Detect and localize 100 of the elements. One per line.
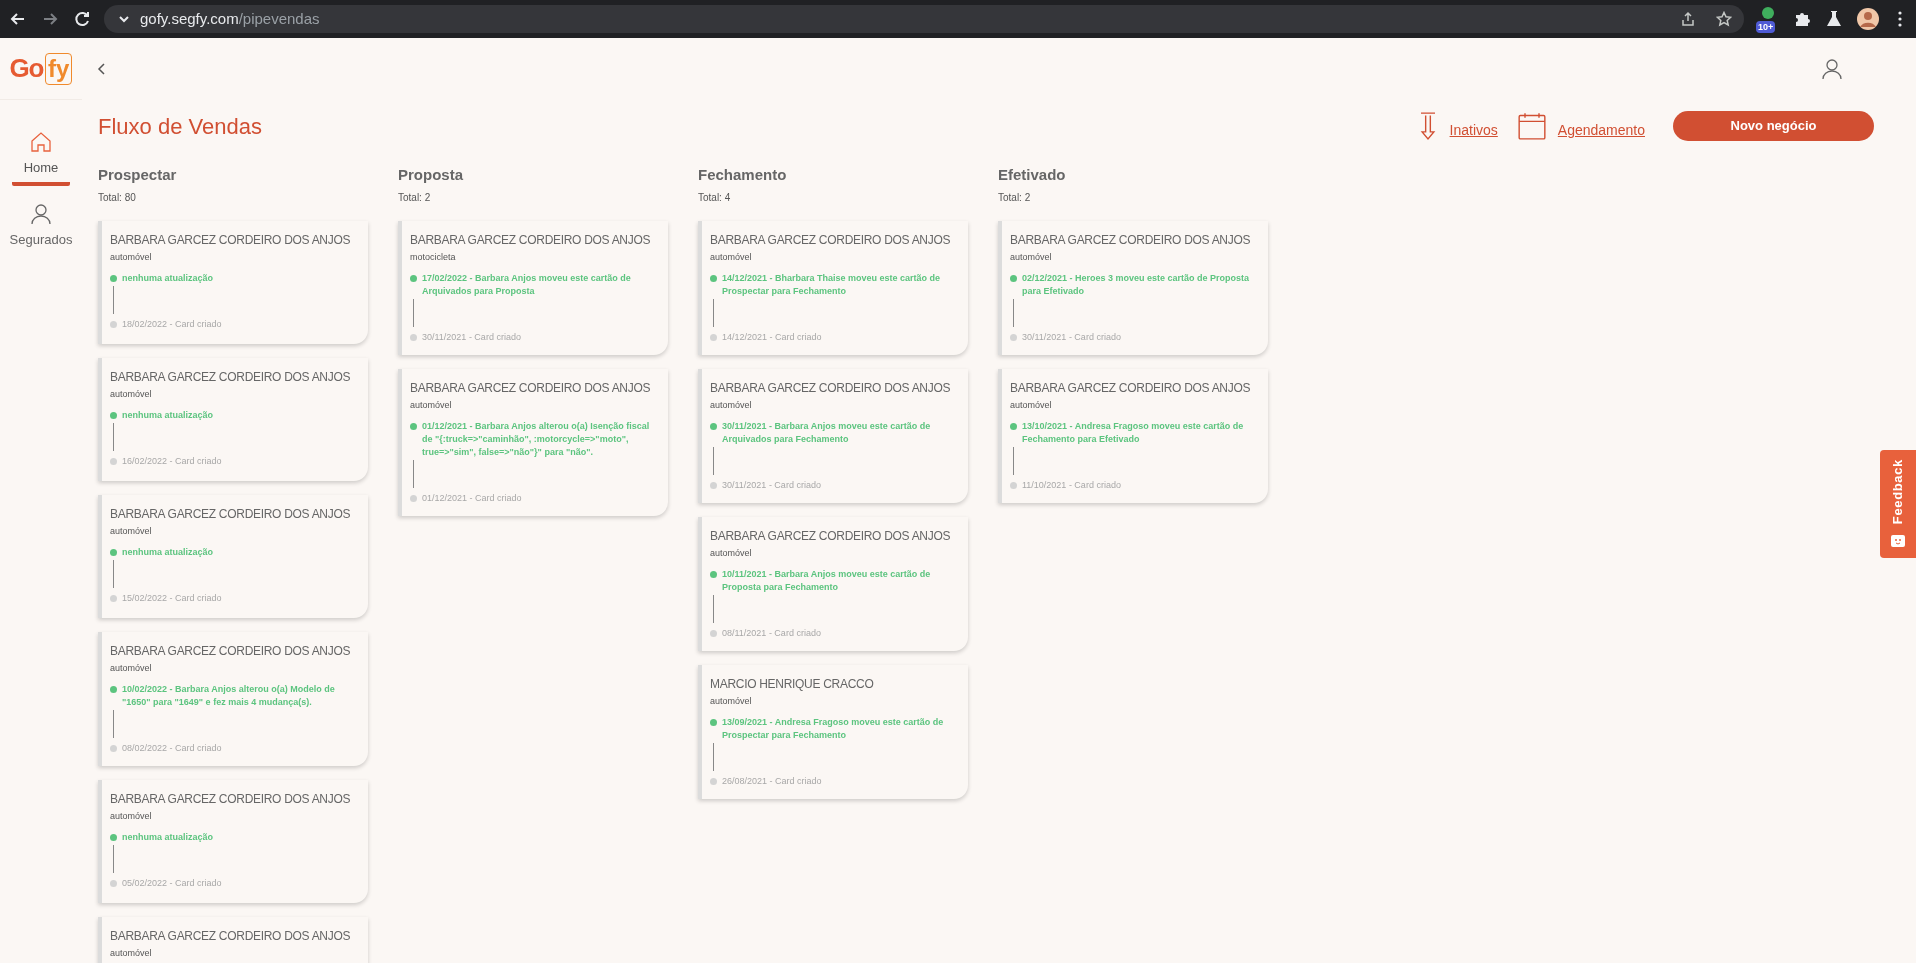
flask-icon[interactable] [1824, 9, 1844, 29]
created-text: 15/02/2022 - Card criado [122, 592, 222, 605]
client-name: BARBARA GARCEZ CORDEIRO DOS ANJOS [710, 231, 952, 249]
product-type: automóvel [1010, 250, 1053, 264]
update-text: 10/11/2021 - Barbara Anjos moveu este cartão de Proposta para Fechamento [722, 568, 932, 594]
sidebar-item[interactable]: Home [12, 130, 70, 186]
update-text: nenhuma atualização [122, 546, 214, 559]
update-text: nenhuma atualização [122, 831, 214, 844]
deal-card[interactable]: BARBARA GARCEZ CORDEIRO DOS ANJOS automóvel 13/10/2021 - Andresa Fragoso moveu este cartão de Fechamento para Efetivado 11/10/2021 - Card criado [998, 368, 1268, 503]
timeline-line [713, 299, 714, 327]
created-text: 11/10/2021 - Card criado [1022, 479, 1121, 492]
deal-card[interactable]: BARBARA GARCEZ CORDEIRO DOS ANJOS automóvel nenhuma atualização 16/02/2022 - Card criado [98, 357, 368, 481]
client-name: BARBARA GARCEZ CORDEIRO DOS ANJOS [1010, 379, 1252, 397]
product-type: automóvel [710, 398, 753, 412]
home-icon [29, 130, 53, 154]
client-name: BARBARA GARCEZ CORDEIRO DOS ANJOS [410, 231, 652, 249]
update-text: 13/10/2021 - Andresa Fragoso moveu este cartão de Fechamento para Efetivado [1022, 420, 1245, 446]
client-name: BARBARA GARCEZ CORDEIRO DOS ANJOS [110, 642, 352, 660]
new-deal-button[interactable]: Novo negócio [1673, 111, 1874, 141]
column-title: Prospectar [98, 165, 178, 185]
timeline-line [1013, 299, 1014, 327]
column-total: Total: 2 [998, 190, 1032, 205]
update-text: 02/12/2021 - Heroes 3 moveu este cartão de Proposta para Efetivado [1022, 272, 1251, 298]
timeline-line [1013, 447, 1014, 475]
deal-card[interactable]: BARBARA GARCEZ CORDEIRO DOS ANJOS automóvel 10/11/2021 - Barbara Anjos moveu este cartão de Proposta para Fechamento 08/11/2021 - Card criado [698, 516, 968, 651]
product-type: automóvel [110, 387, 153, 401]
deal-card[interactable]: BARBARA GARCEZ CORDEIRO DOS ANJOS automóvel 14/12/2021 - Bharbara Thaise moveu este cartão de Prospectar para Fechamento 14/12/2021 - Card criado [698, 220, 968, 355]
address-bar[interactable]: gofy.segfy.com/pipevendas [104, 5, 1744, 33]
created-text: 16/02/2022 - Card criado [122, 455, 222, 468]
timeline-line [713, 447, 714, 475]
product-type: automóvel [110, 809, 153, 823]
update-text: nenhuma atualização [122, 272, 214, 285]
deal-card[interactable]: BARBARA GARCEZ CORDEIRO DOS ANJOS automóvel nenhuma atualização 15/02/2022 - Card criado [98, 494, 368, 618]
calendar-icon [1517, 112, 1546, 140]
column-total: Total: 2 [398, 190, 432, 205]
reload-icon[interactable] [72, 9, 92, 29]
product-type: automóvel [710, 250, 753, 264]
column-total: Total: 4 [698, 190, 732, 205]
timeline-line [113, 423, 114, 451]
created-text: 01/12/2021 - Card criado [422, 492, 522, 505]
deal-card[interactable]: BARBARA GARCEZ CORDEIRO DOS ANJOS motocicleta 17/02/2022 - Barbara Anjos moveu este cartão de Arquivados para Proposta 30/11/2021 - Card criado [398, 220, 668, 355]
created-text: 30/11/2021 - Card criado [422, 331, 521, 344]
page-title: Fluxo de Vendas [98, 112, 262, 141]
timeline-line [113, 845, 114, 873]
update-text: nenhuma atualização [122, 409, 214, 422]
client-name: BARBARA GARCEZ CORDEIRO DOS ANJOS [110, 927, 352, 945]
created-text: 08/02/2022 - Card criado [122, 742, 222, 755]
client-name: BARBARA GARCEZ CORDEIRO DOS ANJOS [110, 231, 352, 249]
client-name: BARBARA GARCEZ CORDEIRO DOS ANJOS [1010, 231, 1252, 249]
deal-card[interactable]: BARBARA GARCEZ CORDEIRO DOS ANJOS automóvel 30/11/2021 - Barbara Anjos moveu este cartão de Arquivados para Fechamento 30/11/2021 - Card criado [698, 368, 968, 503]
deal-card[interactable]: MARCIO HENRIQUE CRACCO automóvel 13/09/2021 - Andresa Fragoso moveu este cartão de Prospectar para Fechamento 26/08/2021 - Card criado [698, 664, 968, 799]
client-name: BARBARA GARCEZ CORDEIRO DOS ANJOS [110, 368, 352, 386]
column-title: Proposta [398, 165, 464, 185]
schedule-link[interactable]: Agendamento [1557, 119, 1645, 141]
update-text: 14/12/2021 - Bharbara Thaise moveu este cartão de Prospectar para Fechamento [722, 272, 942, 298]
timeline-line [113, 710, 114, 738]
product-type: automóvel [710, 694, 753, 708]
person-icon [29, 201, 53, 226]
update-text: 30/11/2021 - Barbara Anjos moveu este cartão de Arquivados para Fechamento [722, 420, 932, 446]
timeline-line [113, 286, 114, 314]
product-type: automóvel [110, 946, 153, 960]
column-total: Total: 80 [98, 190, 137, 205]
created-text: 08/11/2021 - Card criado [722, 627, 821, 640]
product-type: automóvel [110, 661, 153, 675]
deal-card[interactable]: BARBARA GARCEZ CORDEIRO DOS ANJOS automóvel [98, 916, 368, 963]
client-name: BARBARA GARCEZ CORDEIRO DOS ANJOS [710, 527, 952, 545]
sidebar-item[interactable]: Segurados [12, 201, 70, 257]
created-text: 18/02/2022 - Card criado [122, 318, 222, 331]
created-text: 05/02/2022 - Card criado [122, 877, 222, 890]
product-type: automóvel [1010, 398, 1053, 412]
share-icon[interactable] [1680, 11, 1696, 27]
timeline-line [413, 460, 414, 488]
timeline-line [713, 595, 714, 623]
deal-card[interactable]: BARBARA GARCEZ CORDEIRO DOS ANJOS automóvel nenhuma atualização 18/02/2022 - Card criado [98, 220, 368, 344]
created-text: 30/11/2021 - Card criado [1022, 331, 1121, 344]
update-text: 10/02/2022 - Barbara Anjos alterou o(a) Modelo de "1650" para "1649" e fez mais 4 mudança(s). [122, 683, 336, 709]
timeline-line [413, 299, 414, 327]
deal-card[interactable]: BARBARA GARCEZ CORDEIRO DOS ANJOS automóvel 10/02/2022 - Barbara Anjos alterou o(a) Modelo de "1650" para "1649" e fez mais 4 mudança(s). 08/02/2022 - Card criado [98, 631, 368, 766]
timeline-line [713, 743, 714, 771]
product-type: automóvel [710, 546, 753, 560]
star-icon[interactable] [1716, 11, 1732, 27]
client-name: BARBARA GARCEZ CORDEIRO DOS ANJOS [710, 379, 952, 397]
client-name: MARCIO HENRIQUE CRACCO [710, 675, 875, 693]
product-type: automóvel [110, 250, 153, 264]
client-name: BARBARA GARCEZ CORDEIRO DOS ANJOS [110, 790, 352, 808]
update-text: 01/12/2021 - Barbara Anjos alterou o(a) Isenção fiscal de "{:truck=>"caminhão", :motorcycle=>"moto", true=>"sim", false=>"não"}" para "não". [422, 420, 651, 459]
product-type: automóvel [410, 398, 453, 412]
profile-avatar-icon[interactable] [1856, 7, 1880, 31]
user-icon[interactable] [1820, 57, 1844, 81]
deal-card[interactable]: BARBARA GARCEZ CORDEIRO DOS ANJOS automóvel nenhuma atualização 05/02/2022 - Card criado [98, 779, 368, 903]
column-title: Fechamento [698, 165, 788, 185]
deal-card[interactable]: BARBARA GARCEZ CORDEIRO DOS ANJOS automóvel 02/12/2021 - Heroes 3 moveu este cartão de Proposta para Efetivado 30/11/2021 - Card criado [998, 220, 1268, 355]
notification-badge: 10+ [1756, 21, 1776, 33]
product-type: automóvel [110, 524, 153, 538]
created-text: 30/11/2021 - Card criado [722, 479, 821, 492]
client-name: BARBARA GARCEZ CORDEIRO DOS ANJOS [110, 505, 352, 523]
chat-face-icon [1890, 532, 1906, 549]
client-name: BARBARA GARCEZ CORDEIRO DOS ANJOS [410, 379, 652, 397]
column-title: Efetivado [998, 165, 1067, 185]
created-text: 14/12/2021 - Card criado [722, 331, 822, 344]
